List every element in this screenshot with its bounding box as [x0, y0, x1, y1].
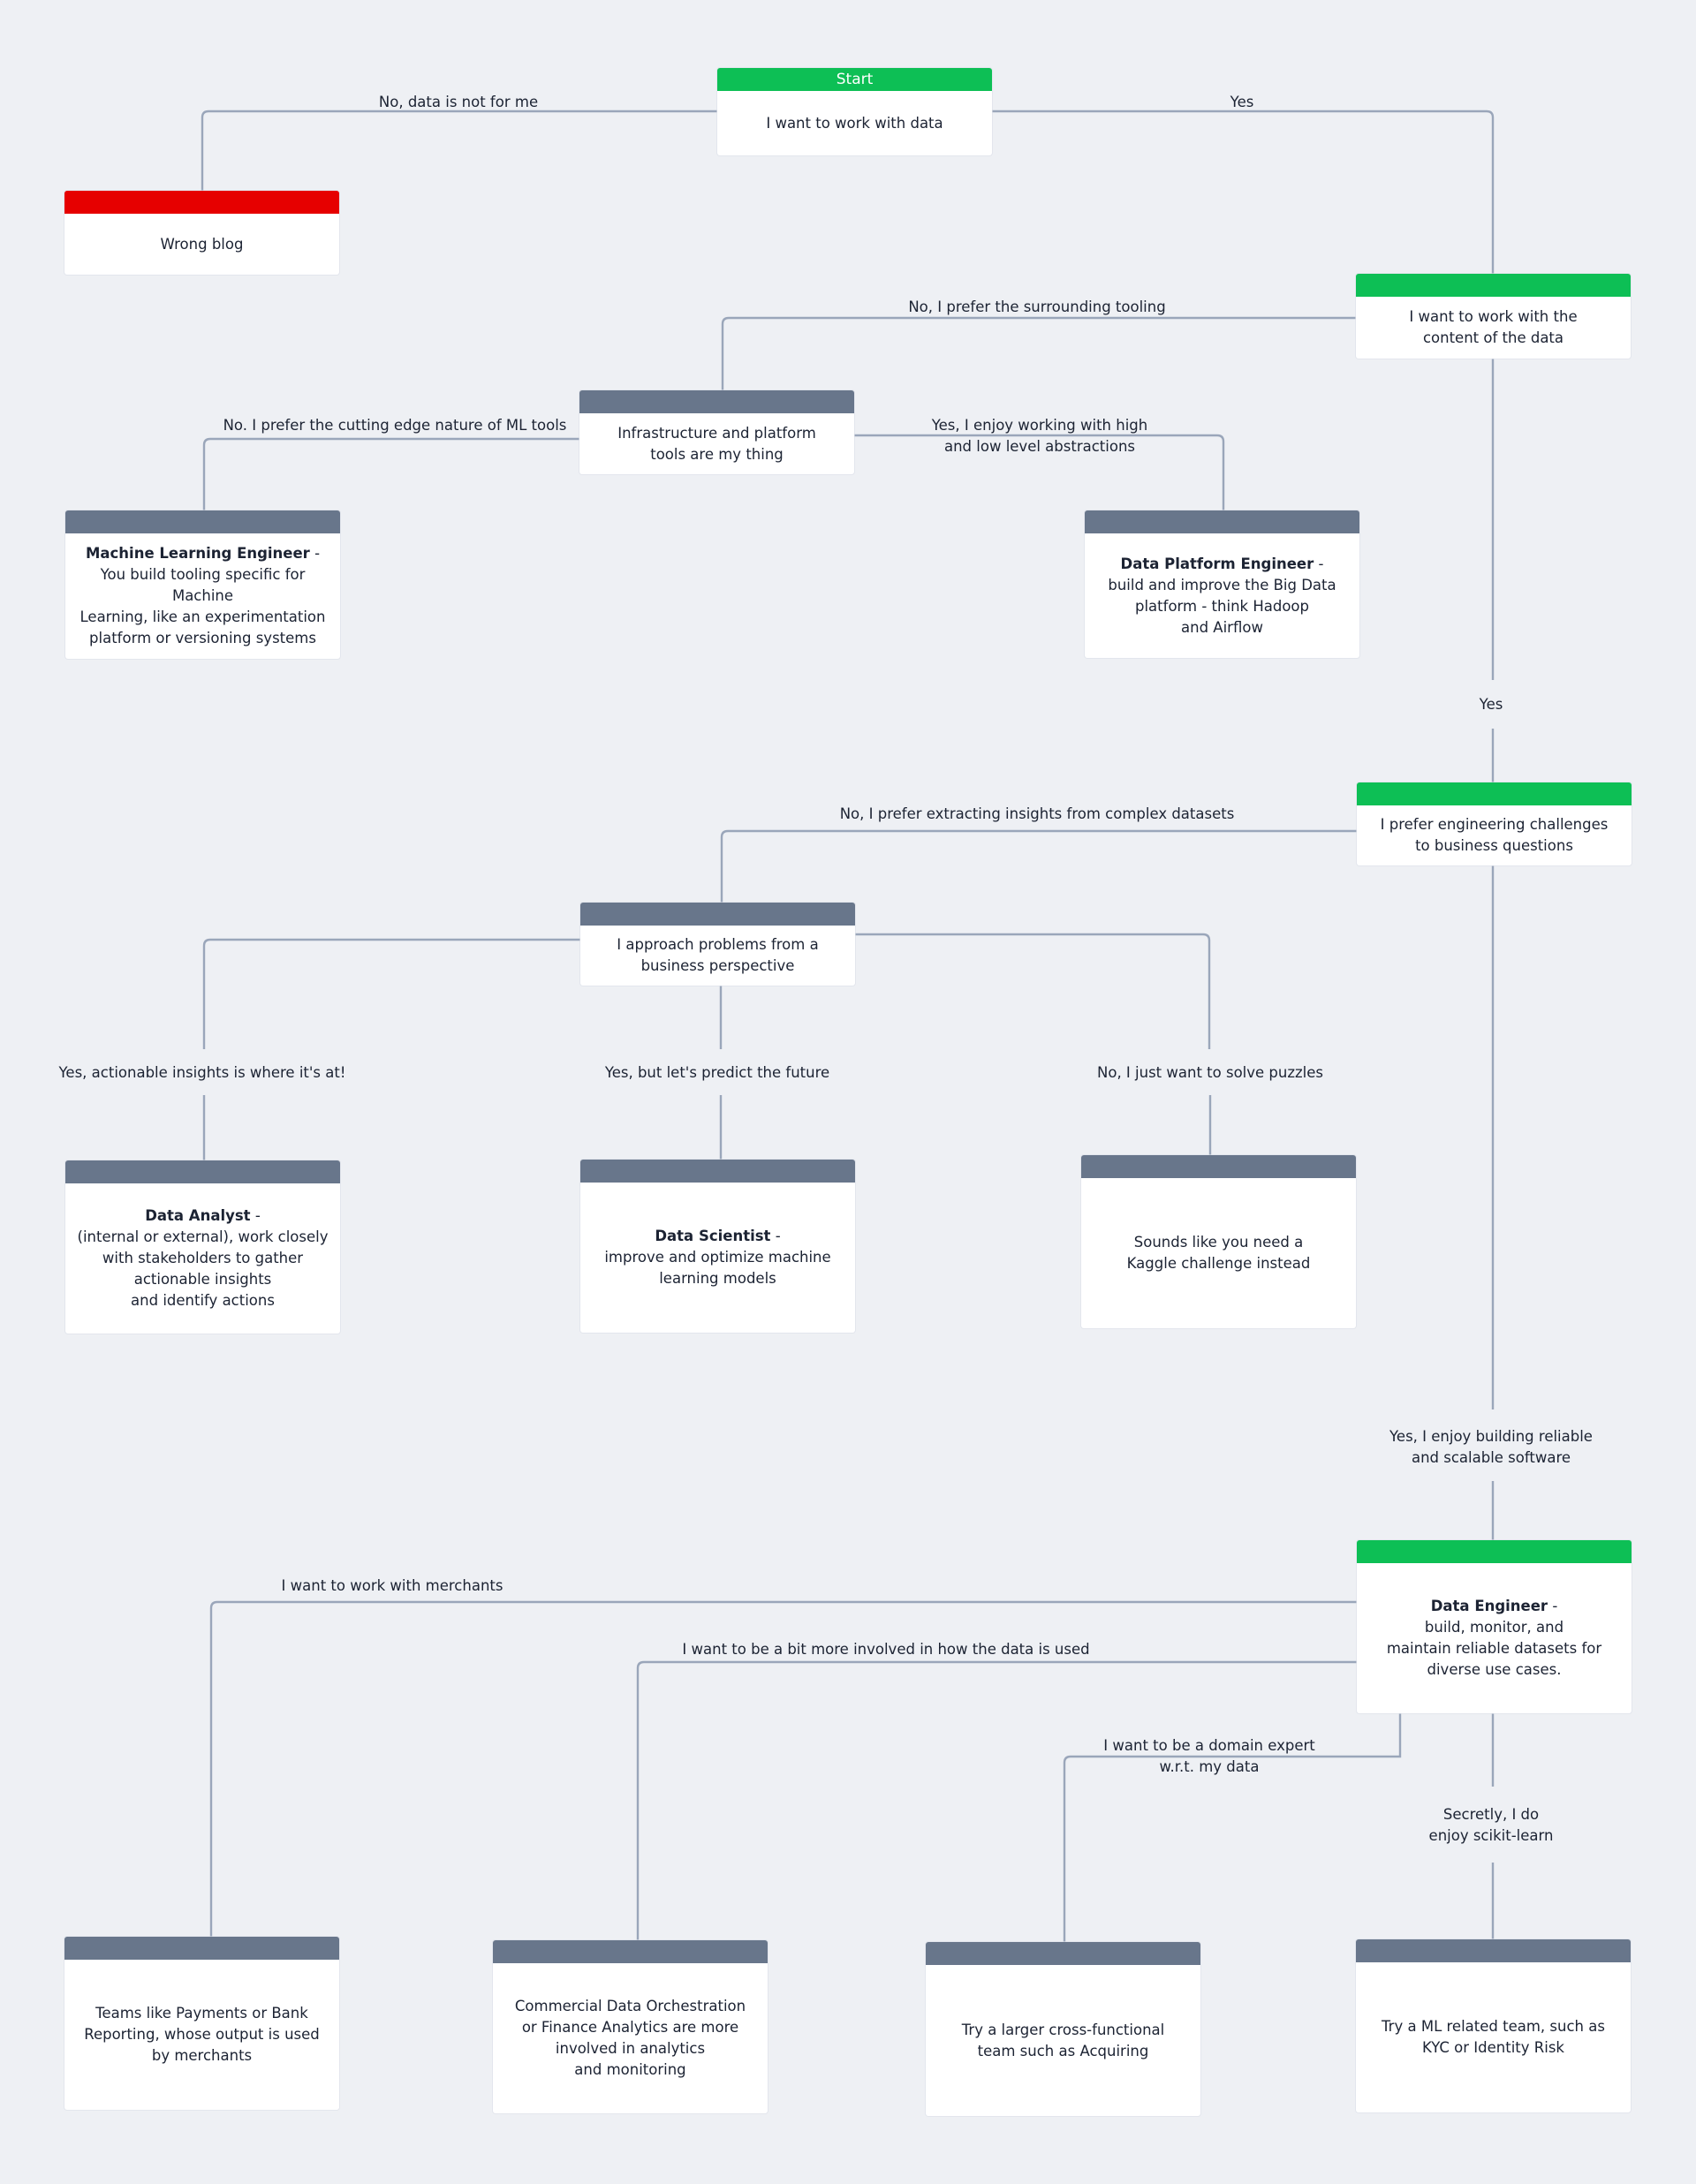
node-text: Try a ML related team, such as KYC or Id… [1382, 2018, 1605, 2056]
node-machine-learning-engineer: Machine Learning Engineer - You build too… [65, 510, 340, 659]
edge-label-actionable-insights: Yes, actionable insights is where it's a… [58, 1064, 346, 1081]
node-header [1357, 782, 1632, 805]
node-header [65, 1160, 340, 1183]
role-title: Data Scientist [655, 1228, 771, 1244]
node-text: Sounds like you need a Kaggle challenge … [1126, 1234, 1311, 1272]
node-header [1356, 274, 1631, 297]
node-header [1085, 510, 1359, 533]
edge-label-solve-puzzles: No, I just want to solve puzzles [1097, 1064, 1323, 1081]
edge-start-to-content [992, 110, 1495, 274]
edge-label-reliable-software: Yes, I enjoy building reliable and scala… [1389, 1428, 1593, 1466]
node-content-of-data: I want to work with the content of the d… [1356, 274, 1631, 359]
node-header [493, 1940, 768, 1963]
role-description: (internal or external), work closely wit… [77, 1228, 329, 1309]
role-title: Data Platform Engineer [1120, 555, 1314, 572]
node-ml-related-team: Try a ML related team, such as KYC or Id… [1356, 1939, 1631, 2112]
node-text: Data Engineer - build, monitor, and maint… [1386, 1598, 1602, 1678]
edge-label-domain-expert: I want to be a domain expert w.r.t. my d… [1103, 1737, 1315, 1775]
edge-engineering-to-business [720, 829, 1357, 903]
node-header [64, 191, 339, 214]
node-header [580, 1160, 855, 1183]
edge-label-no-data: No, data is not for me [378, 94, 539, 110]
node-text: I want to work with data [766, 114, 943, 132]
node-start: Start I want to work with data [717, 68, 992, 155]
edge-label-predict-future: Yes, but let's predict the future [604, 1064, 830, 1081]
node-text: Data Platform Engineer - build and improv… [1108, 555, 1336, 636]
node-header [64, 1937, 339, 1960]
node-data-platform-engineer: Data Platform Engineer - build and improv… [1085, 510, 1359, 658]
node-business-perspective: I approach problems from a business pers… [580, 903, 855, 986]
node-text: Teams like Payments or Bank Reporting, w… [84, 2005, 320, 2064]
edge-label-extracting-insights: No, I prefer extracting insights from co… [839, 805, 1235, 822]
node-wrong-blog: Wrong blog [64, 191, 339, 275]
node-text: Infrastructure and platform tools are my… [617, 424, 816, 463]
node-header [926, 1942, 1200, 1965]
node-header [65, 510, 340, 533]
role-description: You build tooling specific for Machine L… [80, 566, 326, 646]
node-acquiring: Try a larger cross-functional team such … [926, 1942, 1200, 2116]
node-header [1357, 1540, 1632, 1563]
role-description: improve and optimize machine learning mo… [604, 1249, 831, 1287]
role-title: Data Analyst [145, 1207, 251, 1224]
role-title: Machine Learning Engineer [85, 545, 310, 562]
node-header: Start [717, 68, 992, 91]
node-header [1081, 1155, 1356, 1178]
role-title: Data Engineer [1430, 1598, 1548, 1614]
edge-content-to-infra [721, 316, 1356, 390]
node-data-engineer: Data Engineer - build, monitor, and maint… [1357, 1540, 1632, 1713]
role-description: build, monitor, and maintain reliable da… [1386, 1619, 1602, 1678]
edge-business-to-kaggle-upper [854, 933, 1211, 1049]
edge-label-surrounding-tooling: No, I prefer the surrounding tooling [908, 299, 1166, 315]
node-text: Wrong blog [160, 235, 244, 253]
node-header [580, 903, 855, 926]
node-text: Data Analyst - (internal or external), wo… [77, 1207, 329, 1309]
node-data-scientist: Data Scientist - improve and optimize mac… [580, 1160, 855, 1333]
node-text: Machine Learning Engineer - You build too… [80, 545, 326, 646]
node-data-analyst: Data Analyst - (internal or external), wo… [65, 1160, 340, 1334]
node-header [1356, 1939, 1631, 1962]
node-infrastructure: Infrastructure and platform tools are my… [579, 390, 854, 474]
edge-label-yes-data: Yes [1230, 94, 1254, 110]
node-text: I want to work with the content of the d… [1409, 308, 1578, 346]
node-text: Data Scientist - improve and optimize mac… [604, 1228, 831, 1287]
edge-infra-to-mle [202, 437, 579, 510]
edge-label-high-low-abstractions: Yes, I enjoy working with high and low l… [931, 417, 1148, 455]
edge-label-more-involved: I want to be a bit more involved in how … [682, 1641, 1090, 1658]
node-commercial-data: Commercial Data Orchestration or Finance… [493, 1940, 768, 2113]
edge-label-scikit-learn: Secretly, I do enjoy scikit-learn [1428, 1806, 1554, 1844]
node-kaggle: Sounds like you need a Kaggle challenge … [1081, 1155, 1356, 1328]
node-header [579, 390, 854, 413]
edge-start-to-wrong-blog [201, 110, 717, 191]
edge-label-cutting-edge-ml: No. I prefer the cutting edge nature of … [223, 417, 567, 434]
node-text: I prefer engineering challenges to busin… [1380, 816, 1609, 854]
node-text: Commercial Data Orchestration or Finance… [514, 1998, 746, 2078]
edge-business-to-analyst-upper [202, 938, 580, 1049]
node-merchant-teams: Teams like Payments or Bank Reporting, w… [64, 1937, 339, 2110]
node-text: I approach problems from a business pers… [617, 936, 819, 974]
edge-de-to-commercial [636, 1660, 1357, 1940]
node-engineering-challenges: I prefer engineering challenges to busin… [1357, 782, 1632, 865]
edge-label-work-with-merchants: I want to work with merchants [281, 1577, 504, 1594]
edge-label-yes-content: Yes [1479, 696, 1503, 713]
node-text: Try a larger cross-functional team such … [961, 2021, 1165, 2059]
role-description: build and improve the Big Data platform … [1108, 576, 1336, 636]
